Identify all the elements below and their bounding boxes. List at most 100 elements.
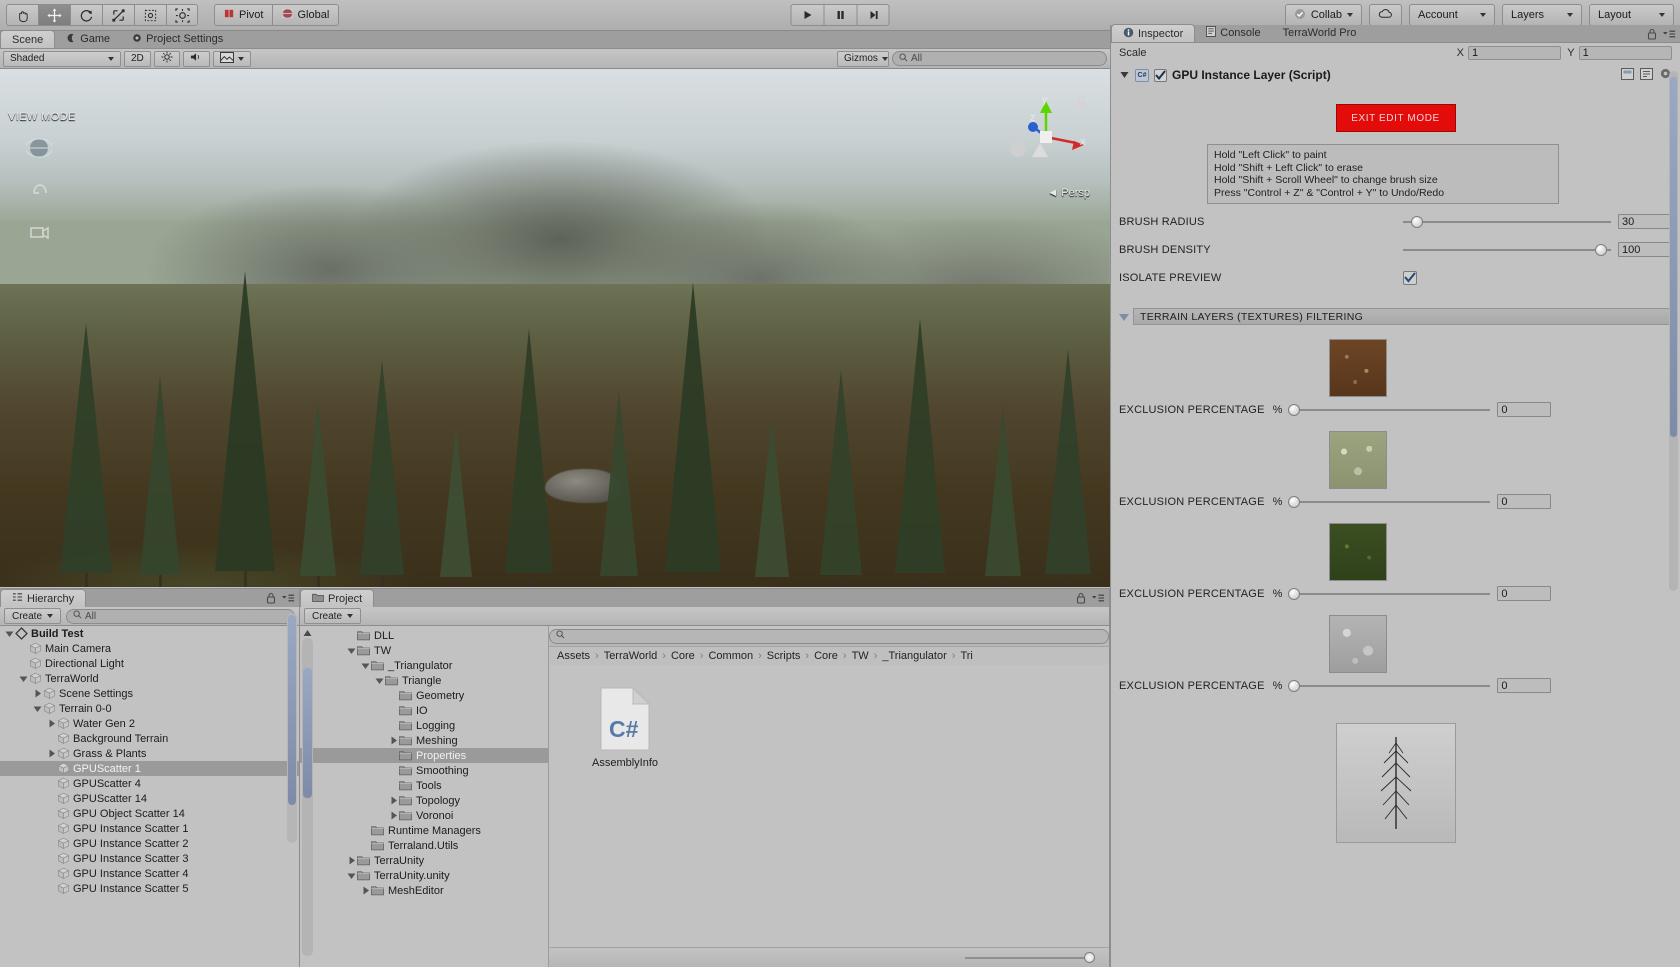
breadcrumb[interactable]: Assets › TerraWorld › Core › Common › Scripts › Co… (549, 647, 1109, 665)
project-folder-properties[interactable]: Properties (300, 748, 548, 763)
asset-zoom-slider[interactable] (965, 952, 1095, 963)
brush-radius-field[interactable]: 30 (1618, 214, 1672, 229)
tab-inspector[interactable]: Inspector (1111, 24, 1196, 42)
collab-button[interactable]: Collab (1284, 4, 1362, 26)
breadcrumb-item[interactable]: Assets (557, 650, 590, 662)
breadcrumb-item[interactable]: Common (708, 650, 753, 662)
project-options-icon[interactable] (1091, 593, 1105, 606)
gizmos-dropdown[interactable]: Gizmos (837, 50, 889, 67)
help-icon[interactable] (1640, 67, 1653, 83)
hierarchy-search-input[interactable]: All (66, 608, 295, 624)
inspector-options-icon[interactable] (1662, 29, 1676, 42)
foldout-expanded-icon[interactable] (346, 870, 357, 881)
foldout-collapsed-icon[interactable] (388, 810, 399, 821)
hierarchy-item-gpu-object-scatter-14[interactable]: GPU Object Scatter 14 (0, 806, 299, 821)
section-foldout-icon[interactable] (1119, 314, 1129, 321)
hierarchy-item-main-camera[interactable]: Main Camera (0, 641, 299, 656)
hierarchy-item-gpuscatter-14[interactable]: GPUScatter 14 (0, 791, 299, 806)
hierarchy-item-water-gen-2[interactable]: Water Gen 2 (0, 716, 299, 731)
hierarchy-item-build-test[interactable]: Build Test (0, 626, 299, 641)
hierarchy-item-terrain-0-0[interactable]: Terrain 0-0 (0, 701, 299, 716)
hand-tool-button[interactable] (6, 4, 38, 26)
hierarchy-item-gpu-instance-scatter-1[interactable]: GPU Instance Scatter 1 (0, 821, 299, 836)
hierarchy-item-grass-plants[interactable]: Grass & Plants (0, 746, 299, 761)
hierarchy-item-directional-light[interactable]: Directional Light (0, 656, 299, 671)
asset-item[interactable]: C# AssemblyInfo (585, 686, 665, 769)
hierarchy-item-terraworld[interactable]: TerraWorld (0, 671, 299, 686)
camera-overlay-icon[interactable] (26, 219, 52, 245)
breadcrumb-item[interactable]: Core (671, 650, 695, 662)
scale-y-field[interactable]: 1 (1578, 46, 1672, 60)
moss-texture[interactable] (1329, 431, 1387, 489)
tab-scene[interactable]: Scene (0, 30, 56, 48)
foldout-collapsed-icon[interactable] (32, 688, 43, 699)
scale-tool-button[interactable] (102, 4, 134, 26)
dirt-texture[interactable] (1329, 339, 1387, 397)
terrain-layers-section-header[interactable]: TERRAIN LAYERS (TEXTURES) FILTERING (1119, 308, 1672, 325)
project-folder-triangulator[interactable]: _Triangulator (300, 658, 548, 673)
scene-search-input[interactable]: All (892, 51, 1107, 66)
hierarchy-item-gpu-instance-scatter-2[interactable]: GPU Instance Scatter 2 (0, 836, 299, 851)
assets-grid[interactable]: C# AssemblyInfo (549, 665, 1109, 945)
scene-viewport[interactable]: VIEW MODE y x z ◄ Persp (0, 69, 1110, 587)
breadcrumb-item[interactable]: Core (814, 650, 838, 662)
tab-game[interactable]: Game (55, 30, 121, 48)
tab-hierarchy[interactable]: Hierarchy (0, 589, 87, 607)
hierarchy-item-gpu-instance-scatter-4[interactable]: GPU Instance Scatter 4 (0, 866, 299, 881)
project-folder-tree[interactable]: DLL TW _Triangulator Triangle Geometry IO Logg… (300, 626, 549, 967)
grass-texture[interactable] (1329, 523, 1387, 581)
play-button[interactable] (790, 4, 824, 26)
foldout-expanded-icon[interactable] (18, 673, 29, 684)
brush-radius-slider[interactable] (1403, 215, 1611, 229)
exclusion-percentage-field[interactable]: 0 (1497, 586, 1552, 601)
hierarchy-item-gpuscatter-4[interactable]: GPUScatter 4 (0, 776, 299, 791)
exclusion-percentage-slider[interactable] (1288, 679, 1491, 693)
project-folder-geometry[interactable]: Geometry (300, 688, 548, 703)
pause-button[interactable] (823, 4, 857, 26)
exclusion-percentage-field[interactable]: 0 (1497, 494, 1552, 509)
foldout-expanded-icon[interactable] (4, 628, 15, 639)
breadcrumb-item[interactable]: TerraWorld (604, 650, 658, 662)
isolate-preview-checkbox[interactable] (1403, 270, 1417, 285)
draw-mode-dropdown[interactable]: Shaded (3, 50, 121, 67)
breadcrumb-item[interactable]: Scripts (767, 650, 801, 662)
project-folder-terraunity-unity[interactable]: TerraUnity.unity (300, 868, 548, 883)
project-folder-mesheditor[interactable]: MeshEditor (300, 883, 548, 898)
tab-console[interactable]: Console (1195, 24, 1271, 42)
perspective-label[interactable]: ◄ Persp (1047, 187, 1090, 199)
hierarchy-tree[interactable]: Build Test Main Camera Directional Light Te… (0, 626, 299, 966)
lighting-toggle-button[interactable] (153, 50, 180, 67)
hierarchy-item-gpu-instance-scatter-3[interactable]: GPU Instance Scatter 3 (0, 851, 299, 866)
brush-density-field[interactable]: 100 (1618, 242, 1672, 257)
pivot-toggle-button[interactable]: Pivot (214, 4, 273, 26)
foldout-collapsed-icon[interactable] (360, 885, 371, 896)
foldout-expanded-icon[interactable] (374, 675, 385, 686)
brush-density-slider[interactable] (1403, 243, 1611, 257)
foldout-collapsed-icon[interactable] (46, 748, 57, 759)
exclusion-percentage-field[interactable]: 0 (1497, 678, 1552, 693)
hierarchy-item-background-terrain[interactable]: Background Terrain (0, 731, 299, 746)
hierarchy-options-icon[interactable] (281, 593, 295, 606)
breadcrumb-item[interactable]: _Triangulator (882, 650, 946, 662)
tab-terraworld-pro[interactable]: TerraWorld Pro (1272, 24, 1368, 42)
project-folder-tw[interactable]: TW (300, 643, 548, 658)
exit-edit-mode-button[interactable]: EXIT EDIT MODE (1335, 104, 1456, 132)
breadcrumb-item[interactable]: TW (852, 650, 869, 662)
lock-icon[interactable] (266, 592, 276, 607)
component-enabled-checkbox[interactable] (1154, 68, 1167, 82)
breadcrumb-item[interactable]: Tri (960, 650, 972, 662)
lock-icon[interactable] (1647, 28, 1657, 43)
global-toggle-button[interactable]: Global (272, 4, 340, 26)
foldout-collapsed-icon[interactable] (346, 855, 357, 866)
tab-project[interactable]: Project (300, 589, 375, 607)
project-tree-scrollbar[interactable] (302, 628, 313, 965)
project-folder-topology[interactable]: Topology (300, 793, 548, 808)
foldout-collapsed-icon[interactable] (388, 735, 399, 746)
lock-icon[interactable] (1076, 592, 1086, 607)
foldout-collapsed-icon[interactable] (388, 795, 399, 806)
project-folder-voronoi[interactable]: Voronoi (300, 808, 548, 823)
exclusion-percentage-slider[interactable] (1288, 587, 1491, 601)
2d-toggle-button[interactable]: 2D (124, 50, 151, 67)
layers-dropdown[interactable]: Layers (1502, 4, 1582, 26)
hierarchy-scrollbar[interactable] (287, 613, 297, 843)
